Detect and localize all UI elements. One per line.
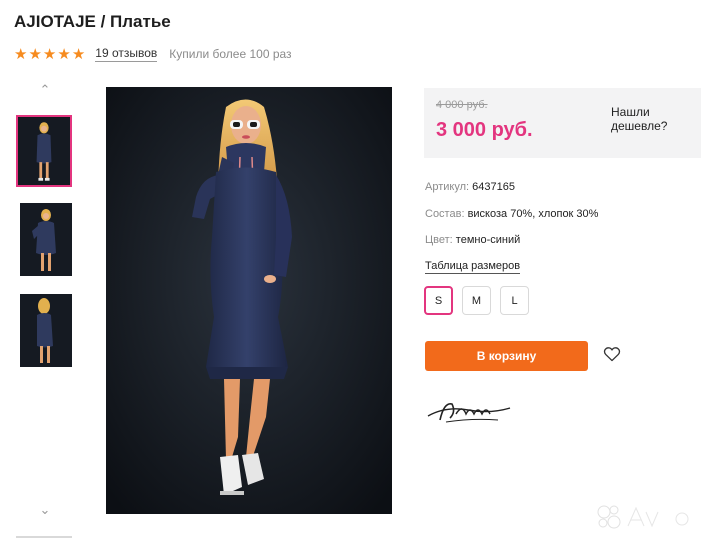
color-label: Цвет: bbox=[425, 234, 453, 246]
product-title: AJIOTAJE / Платье bbox=[14, 12, 171, 31]
purchase-count: Купили более 100 раз bbox=[169, 47, 292, 61]
dress-photo-thumbnail bbox=[20, 203, 72, 276]
star-icon: ★ bbox=[42, 45, 57, 63]
dress-photo-thumbnail bbox=[18, 117, 70, 185]
size-selector: S M L bbox=[424, 286, 529, 315]
chevron-up-icon[interactable]: ⌃ bbox=[37, 82, 53, 98]
brand-logo[interactable] bbox=[426, 396, 512, 426]
dress-model-photo bbox=[106, 87, 392, 514]
size-option-s[interactable]: S bbox=[424, 286, 453, 315]
marketplace-watermark-logo bbox=[597, 503, 690, 532]
gallery-thumbnail[interactable] bbox=[20, 203, 72, 276]
composition-label: Состав: bbox=[425, 208, 465, 220]
heart-icon[interactable] bbox=[603, 346, 621, 362]
article-row: Артикул: 6437165 bbox=[425, 181, 515, 193]
composition-row: Состав: вискоза 70%, хлопок 30% bbox=[425, 208, 598, 220]
current-price: 3 000 руб. bbox=[436, 119, 533, 141]
main-product-photo[interactable] bbox=[106, 87, 392, 514]
composition-value: вискоза 70%, хлопок 30% bbox=[467, 208, 599, 220]
chevron-down-icon[interactable]: ⌄ bbox=[37, 502, 53, 518]
reviews-link[interactable]: 19 отзывов bbox=[95, 46, 158, 62]
star-icon: ★ bbox=[14, 45, 28, 63]
thumbnail-divider bbox=[16, 536, 72, 538]
rating-row: ★ ★ ★ ★ ★ 19 отзывов Купили более 100 ра… bbox=[14, 46, 292, 62]
star-icon: ★ bbox=[71, 45, 86, 63]
add-to-cart-button[interactable]: В корзину bbox=[425, 341, 588, 371]
rating-stars: ★ ★ ★ ★ ★ bbox=[14, 47, 85, 62]
gallery-thumbnail[interactable] bbox=[16, 115, 72, 187]
gallery-thumbnail[interactable] bbox=[20, 294, 72, 367]
color-row: Цвет: темно-синий bbox=[425, 234, 520, 246]
star-icon: ★ bbox=[28, 45, 42, 63]
old-price: 4 000 руб. bbox=[436, 99, 488, 111]
star-icon: ★ bbox=[57, 45, 71, 63]
price-box: 4 000 руб. 3 000 руб. Нашли дешевле? bbox=[424, 88, 701, 158]
dress-photo-thumbnail bbox=[20, 294, 72, 367]
color-value: темно-синий bbox=[455, 234, 521, 246]
size-option-m[interactable]: M bbox=[462, 286, 491, 315]
size-option-l[interactable]: L bbox=[500, 286, 529, 315]
article-value: 6437165 bbox=[472, 181, 515, 193]
article-label: Артикул: bbox=[425, 181, 470, 193]
size-table-link[interactable]: Таблица размеров bbox=[425, 260, 521, 274]
found-cheaper-link[interactable]: Нашли дешевле? bbox=[611, 105, 701, 133]
